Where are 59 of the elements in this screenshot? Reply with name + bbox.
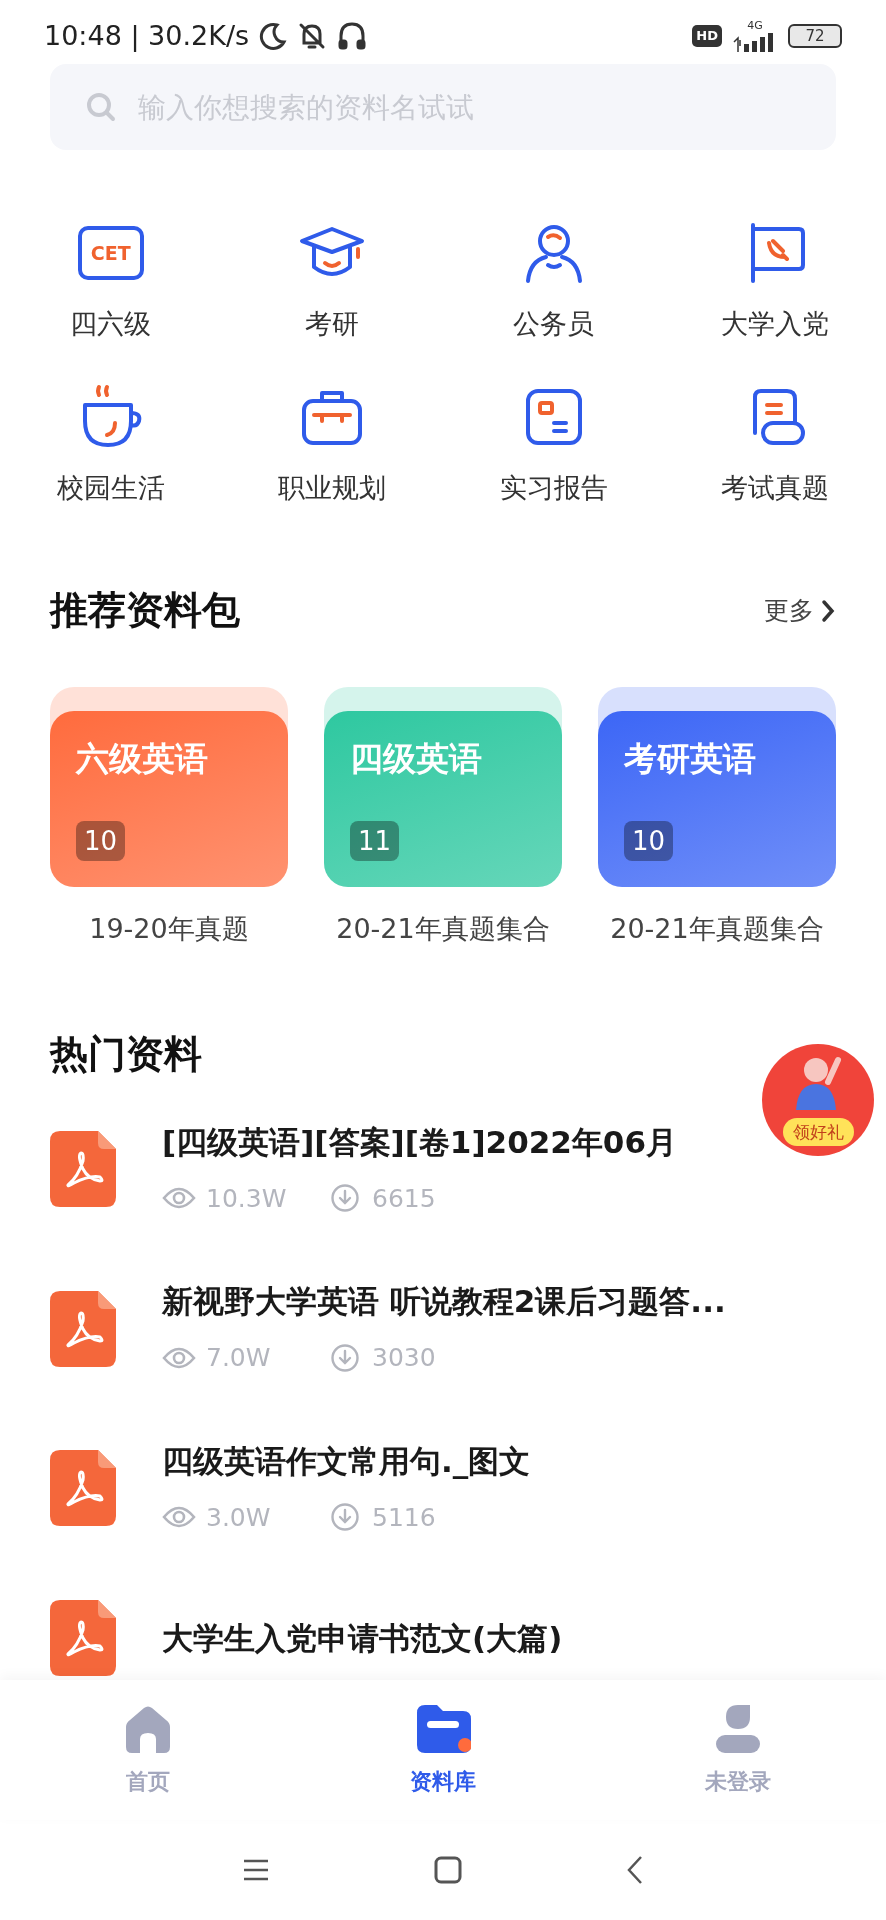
category-label[interactable]: 考研 — [305, 306, 360, 342]
view-count: 3.0W — [206, 1501, 272, 1534]
document-title[interactable]: 四级英语作文常用句._图文 — [162, 1440, 531, 1481]
folder-card[interactable]: 考研英语 10 — [598, 687, 836, 887]
view-count: 10.3W — [206, 1182, 288, 1215]
folder-card[interactable]: 四级英语 11 — [324, 687, 562, 887]
download-count: 6615 — [372, 1182, 436, 1215]
section-title: 热门资料 — [48, 1030, 203, 1078]
count-badge: 11 — [350, 821, 400, 861]
more-link[interactable]: 更多 — [764, 591, 814, 630]
battery-indicator: 72 — [788, 24, 842, 48]
eye-icon — [162, 1505, 196, 1530]
folder-icon — [415, 1702, 471, 1755]
pdf-file-icon — [50, 1131, 116, 1208]
search-icon — [86, 92, 116, 122]
package-caption: 20-21年真题集合 — [610, 912, 824, 946]
package-name: 四级英语 — [350, 739, 483, 779]
pdf-file-icon — [50, 1450, 116, 1527]
package-caption: 19-20年真题 — [89, 912, 249, 946]
folder-card[interactable]: 六级英语 10 — [50, 687, 288, 887]
package-name: 六级英语 — [76, 739, 209, 779]
gift-promo-button[interactable]: 领好礼 — [762, 1044, 874, 1156]
category-label[interactable]: 校园生活 — [56, 470, 165, 506]
home-button-icon[interactable] — [434, 1856, 462, 1884]
package-caption: 20-21年真题集合 — [336, 912, 550, 946]
back-icon[interactable] — [626, 1855, 644, 1885]
moon-icon — [259, 22, 288, 50]
document-title[interactable]: 大学生入党申请书范文(大篇) — [162, 1618, 563, 1658]
menu-icon[interactable] — [242, 1858, 270, 1882]
tab-item[interactable]: 资料库 — [295, 1702, 591, 1798]
eye-icon — [162, 1345, 196, 1370]
document-title[interactable]: 新视野大学英语 听说教程2课后习题答... — [162, 1281, 726, 1321]
category-label[interactable]: 公务员 — [513, 306, 595, 342]
package-name: 考研英语 — [624, 739, 757, 779]
cet-icon: CET — [77, 226, 144, 280]
pdf-file-icon — [50, 1290, 116, 1367]
category-label[interactable]: 实习报告 — [499, 470, 608, 506]
category-label[interactable]: 四六级 — [70, 306, 152, 342]
download-count: 3030 — [372, 1342, 436, 1374]
promo-label: 领好礼 — [782, 1118, 854, 1146]
category-label[interactable]: 大学入党 — [721, 306, 830, 342]
count-badge: 10 — [624, 821, 674, 861]
count-badge: 10 — [76, 821, 126, 861]
headphones-icon — [337, 21, 368, 51]
status-time: 10:48 | 30.2K/s — [44, 18, 250, 54]
document-title[interactable]: [四级英语][答案][卷1]2022年06月 — [162, 1121, 677, 1162]
category-label[interactable]: 考试真题 — [721, 470, 830, 506]
download-icon — [330, 1342, 360, 1373]
download-icon — [330, 1502, 360, 1533]
network-type: 4G — [747, 20, 763, 32]
view-count: 7.0W — [206, 1342, 272, 1374]
category-label[interactable]: 职业规划 — [278, 470, 387, 506]
download-count: 5116 — [372, 1501, 436, 1534]
chevron-right-icon — [820, 598, 836, 623]
eye-icon — [162, 1186, 196, 1211]
hd-badge: HD — [692, 25, 722, 47]
section-title: 推荐资料包 — [50, 587, 240, 634]
download-icon — [330, 1183, 360, 1214]
pdf-file-icon — [50, 1600, 116, 1676]
